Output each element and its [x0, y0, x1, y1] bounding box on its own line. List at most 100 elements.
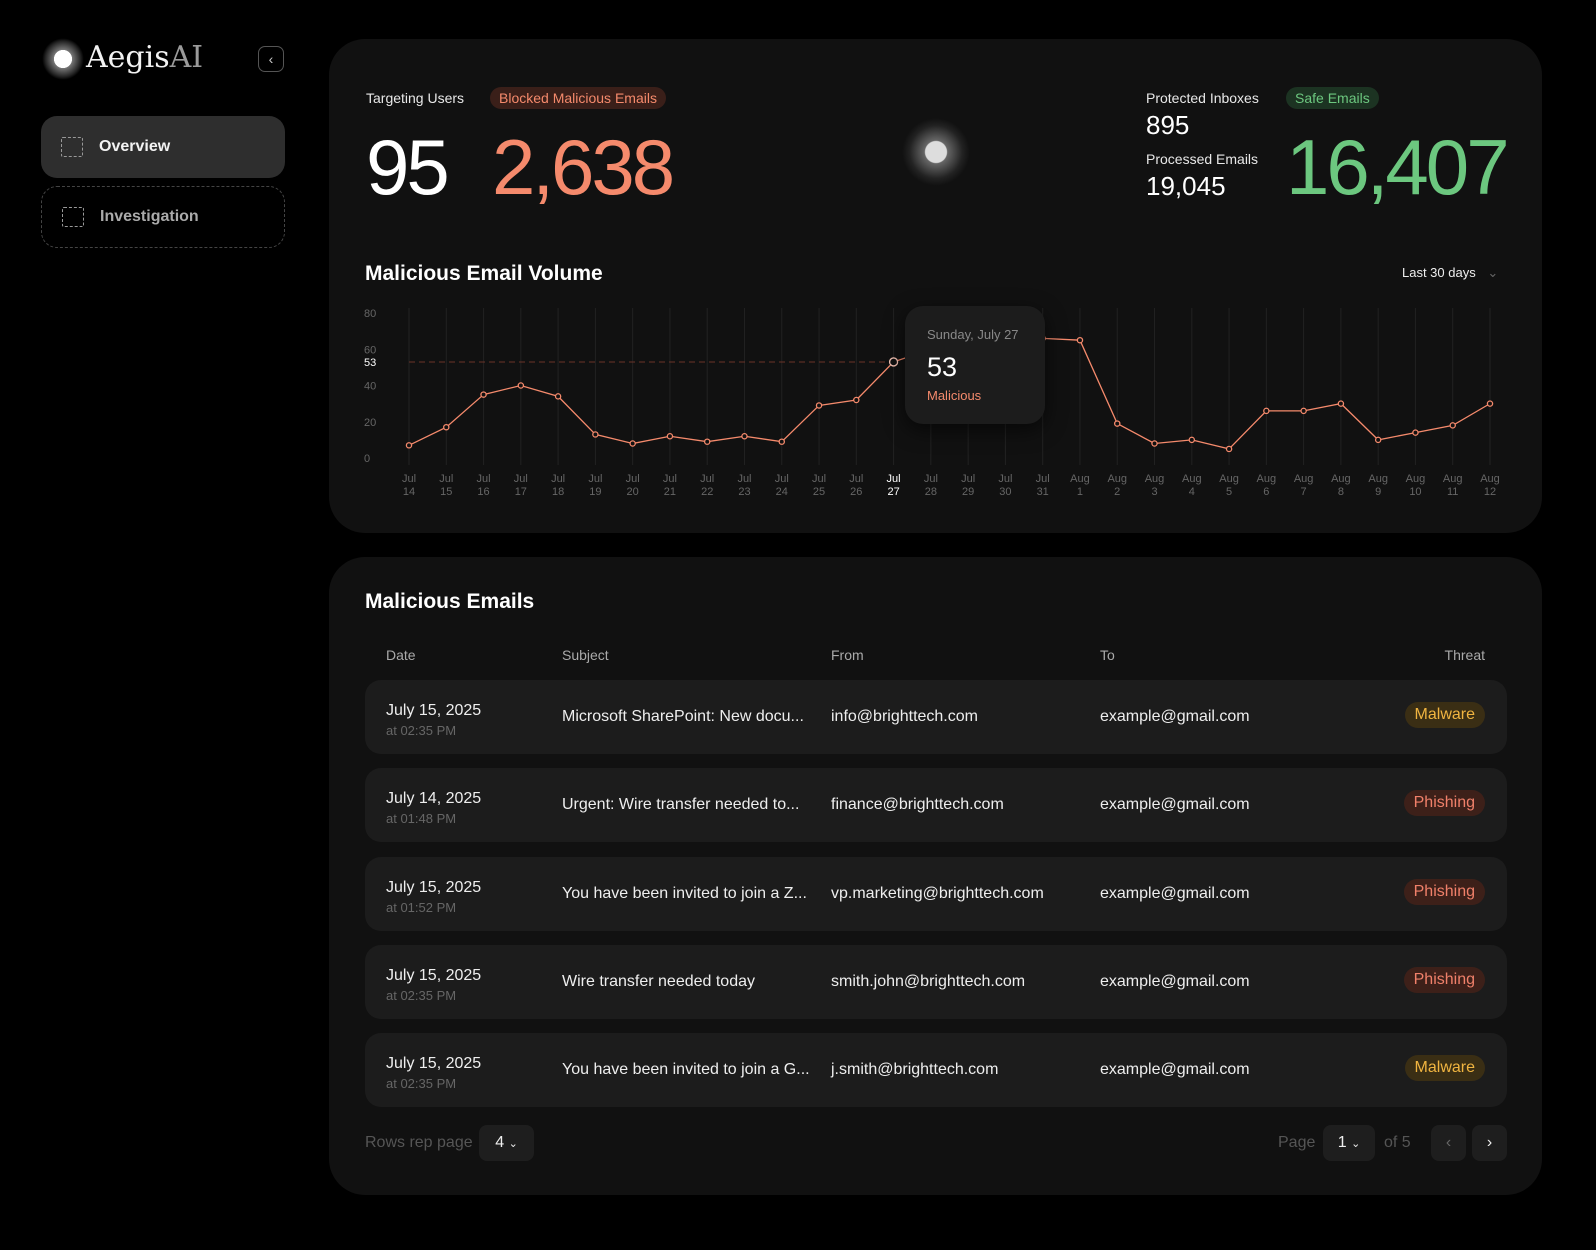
data-point[interactable]: [888, 357, 899, 367]
data-point[interactable]: [1412, 429, 1419, 436]
data-point[interactable]: [443, 423, 450, 431]
prev-page-button[interactable]: ‹: [1431, 1125, 1466, 1161]
processed-label: Processed Emails: [1146, 151, 1259, 167]
table-title: Malicious Emails: [365, 590, 535, 613]
brand-name: Aegis: [86, 40, 170, 75]
table-row[interactable]: July 14, 2025 at 01:48 PM Urgent: Wire t…: [365, 768, 1507, 843]
table-row[interactable]: July 15, 2025 at 02:35 PM Microsoft Shar…: [365, 680, 1507, 754]
data-point[interactable]: [480, 391, 487, 398]
safe-value: 16,407: [1286, 123, 1510, 211]
x-tick-label: Jul 25: [812, 473, 827, 498]
row-subject: Microsoft SharePoint: New docu...: [562, 708, 804, 725]
data-point[interactable]: [815, 402, 823, 409]
sidebar-item-overview[interactable]: Overview: [41, 116, 285, 178]
x-tick-label: Aug 1: [1070, 473, 1090, 498]
data-point[interactable]: [1263, 407, 1270, 415]
sidebar-item-label: Overview: [99, 138, 171, 155]
mail-search-icon: [62, 207, 84, 227]
x-tick-label: Jul 22: [700, 473, 715, 498]
row-subject: Wire transfer needed today: [562, 972, 755, 990]
rows-per-page-select[interactable]: 4 ⌄: [479, 1125, 534, 1161]
data-point[interactable]: [1188, 436, 1196, 444]
row-time: at 01:48 PM: [386, 811, 457, 827]
row-to: example@gmail.com: [1100, 972, 1250, 990]
page-select[interactable]: 1 ⌄: [1323, 1125, 1375, 1161]
column-header-to[interactable]: To: [1100, 647, 1115, 663]
row-from: info@brighttech.com: [831, 708, 978, 725]
chart-tooltip: Sunday, July 27 53 Malicious: [905, 306, 1045, 424]
threat-badge: Phishing: [1403, 790, 1485, 817]
row-subject: You have been invited to join a Z...: [562, 884, 807, 902]
data-point[interactable]: [629, 440, 636, 447]
y-tick-label: 80: [364, 308, 376, 320]
threat-badge: Phishing: [1403, 966, 1485, 993]
next-page-button[interactable]: ›: [1472, 1125, 1507, 1161]
collapse-sidebar-button[interactable]: ‹: [258, 46, 284, 72]
x-tick-label: Jul 19: [588, 473, 603, 498]
table-row[interactable]: July 15, 2025 at 01:52 PM You have been …: [365, 856, 1507, 931]
range-dropdown[interactable]: Last 30 days ⌄: [1402, 265, 1498, 281]
tooltip-value: 53: [927, 352, 958, 382]
safe-badge: Safe Emails: [1286, 87, 1379, 109]
table-row[interactable]: July 15, 2025 at 02:35 PM You have been …: [365, 1033, 1507, 1108]
chevron-left-icon: ‹: [268, 51, 274, 67]
data-point[interactable]: [592, 431, 599, 438]
processed-value: 19,045: [1146, 171, 1226, 201]
data-point[interactable]: [1337, 400, 1345, 407]
data-point[interactable]: [1113, 420, 1121, 427]
y-tick-label: 0: [364, 453, 370, 465]
range-value: Last 30 days: [1402, 265, 1476, 280]
row-date: July 15, 2025: [386, 702, 482, 719]
data-point[interactable]: [1076, 336, 1084, 344]
row-time: at 02:35 PM: [386, 1076, 457, 1092]
threat-badge: Malware: [1404, 1055, 1485, 1082]
row-to: example@gmail.com: [1100, 708, 1250, 725]
row-time: at 02:35 PM: [386, 723, 457, 738]
column-header-from[interactable]: From: [831, 647, 864, 663]
tooltip-series: Malicious: [927, 388, 982, 403]
row-subject: You have been invited to join a G...: [562, 1061, 810, 1079]
blocked-badge: Blocked Malicious Emails: [490, 87, 666, 109]
data-point[interactable]: [517, 382, 525, 389]
sidebar-item-investigation[interactable]: Investigation: [41, 186, 285, 248]
data-point[interactable]: [666, 432, 674, 440]
column-header-threat[interactable]: Threat: [1420, 647, 1485, 663]
table-row[interactable]: July 15, 2025 at 02:35 PM Wire transfer …: [365, 944, 1507, 1019]
data-point[interactable]: [853, 396, 860, 404]
x-tick-label: Jul 26: [849, 473, 864, 498]
x-tick-label: Jul 17: [513, 473, 528, 498]
row-date: July 14, 2025: [386, 790, 482, 808]
threat-badge: Malware: [1404, 702, 1485, 728]
data-point[interactable]: [778, 438, 786, 445]
x-tick-label: Jul 14: [401, 473, 417, 498]
x-tick-label: Jul 29: [961, 473, 976, 498]
row-date: July 15, 2025: [386, 1055, 482, 1073]
column-header-date[interactable]: Date: [386, 647, 416, 663]
x-tick-label: Aug 10: [1405, 473, 1426, 498]
data-point[interactable]: [741, 432, 748, 440]
data-point[interactable]: [554, 393, 562, 400]
x-tick-label: Jul 15: [439, 473, 454, 498]
row-from: vp.marketing@brighttech.com: [831, 884, 1044, 902]
row-date: July 15, 2025: [386, 878, 482, 896]
data-point[interactable]: [1300, 407, 1307, 415]
grid-icon: [61, 137, 83, 157]
column-header-subject[interactable]: Subject: [562, 647, 609, 663]
x-tick-label: Aug 7: [1293, 473, 1314, 498]
y-tick-label: 40: [364, 381, 376, 393]
data-point[interactable]: [1225, 445, 1233, 453]
row-to: example@gmail.com: [1100, 1061, 1250, 1079]
page-total: of 5: [1384, 1134, 1411, 1151]
blocked-value: 2,638: [492, 123, 675, 211]
data-point[interactable]: [1151, 440, 1158, 447]
row-date: July 15, 2025: [386, 966, 482, 984]
data-point[interactable]: [703, 438, 711, 445]
x-tick-label: Aug 2: [1107, 473, 1128, 498]
x-tick-label: Jul 16: [476, 473, 491, 498]
data-point[interactable]: [1486, 400, 1494, 407]
x-tick-label: Aug 3: [1144, 473, 1165, 498]
data-point[interactable]: [1374, 436, 1382, 444]
row-from: smith.john@brighttech.com: [831, 972, 1026, 990]
data-point[interactable]: [405, 442, 413, 449]
data-point[interactable]: [1449, 422, 1456, 429]
